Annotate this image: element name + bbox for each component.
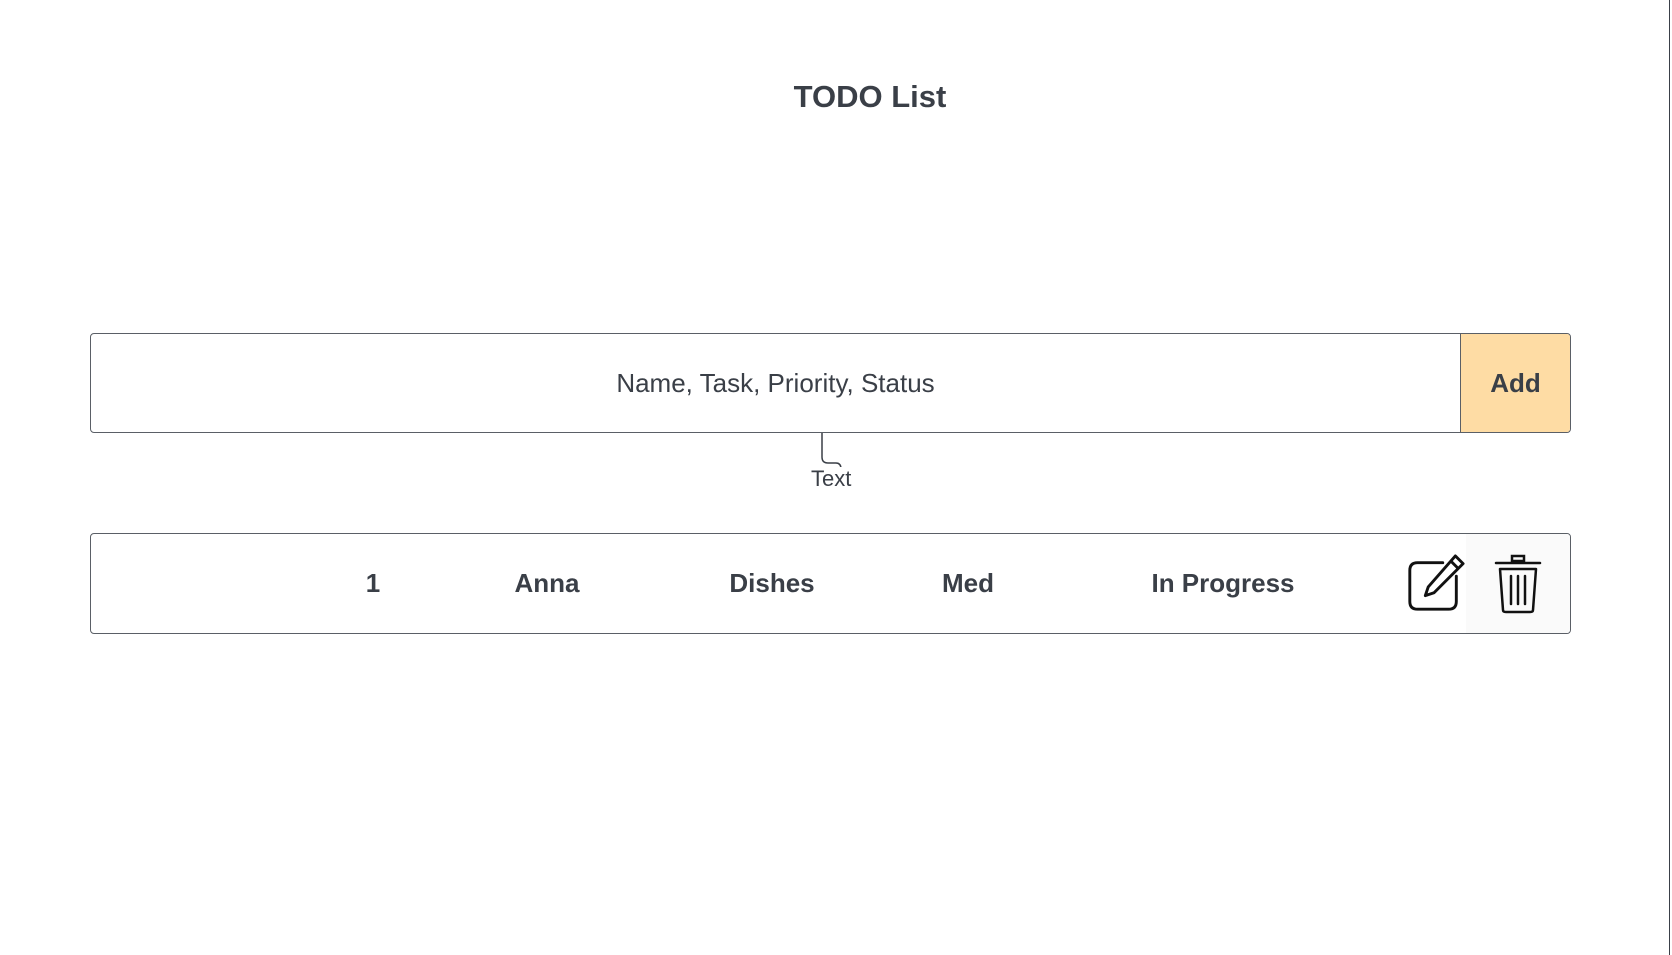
todo-id: 1 <box>365 568 381 598</box>
add-button[interactable]: Add <box>1460 334 1570 432</box>
todo-status: In Progress <box>1151 568 1295 598</box>
connector-label: Text <box>810 466 853 491</box>
edit-button[interactable] <box>1393 542 1477 626</box>
page-title: TODO List <box>793 78 947 114</box>
edit-icon <box>1408 554 1465 611</box>
todo-name: Anna <box>514 568 580 598</box>
todo-priority: Med <box>942 568 994 598</box>
new-task-input[interactable] <box>91 334 1460 432</box>
trash-icon <box>1494 554 1542 613</box>
todo-row: 1 Anna Dishes Med In Progress <box>90 533 1571 634</box>
canvas-edge <box>1669 0 1670 955</box>
new-task-bar: Add <box>90 333 1571 433</box>
delete-button[interactable] <box>1466 534 1570 633</box>
todo-task: Dishes <box>729 568 815 598</box>
